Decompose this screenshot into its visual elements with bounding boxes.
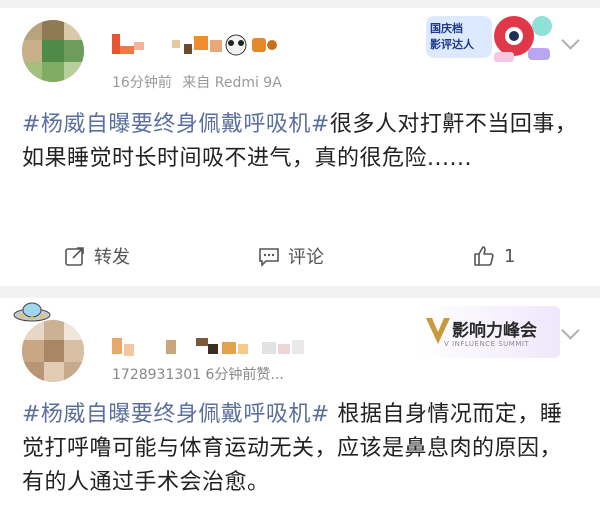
post-card-2[interactable]: 1728931301 6分钟前赞... 影响力峰会 V INFLUENCE SU… xyxy=(0,298,600,530)
comment-label: 评论 xyxy=(288,247,324,268)
post-meta-text: 1728931301 6分钟前赞... xyxy=(112,367,284,383)
post-time: 16分钟前 xyxy=(112,75,172,91)
thumbs-up-icon xyxy=(474,246,494,266)
hashtag-link[interactable]: #杨威自曝要终身佩戴呼吸机# xyxy=(22,112,330,137)
repost-icon xyxy=(65,247,84,266)
badge-label-line1: 国庆档 xyxy=(430,22,463,35)
post-separator xyxy=(0,286,600,298)
repost-label: 转发 xyxy=(94,247,130,268)
chevron-down-icon[interactable] xyxy=(561,321,580,340)
badge-label: 影响力峰会 xyxy=(452,321,537,341)
post-card-1[interactable]: 16分钟前 来自 Redmi 9A 国庆档 影评达人 #杨威自曝要终身佩戴呼吸机… xyxy=(0,8,600,286)
post-meta: 16分钟前 来自 Redmi 9A xyxy=(112,72,288,92)
username-blurred[interactable] xyxy=(112,334,312,360)
username-blurred[interactable] xyxy=(112,32,282,58)
influence-summit-badge[interactable]: 影响力峰会 V INFLUENCE SUMMIT xyxy=(420,306,560,358)
avatar[interactable] xyxy=(22,320,84,382)
post-source: 来自 Redmi 9A xyxy=(182,75,282,91)
badge-sublabel: V INFLUENCE SUMMIT xyxy=(444,340,530,348)
post-content: #杨威自曝要终身佩戴呼吸机# 根据自身情况而定，睡觉打呼噜可能与体育运动无关，应… xyxy=(22,398,582,500)
comment-icon xyxy=(259,248,279,267)
comment-button[interactable]: 评论 xyxy=(258,236,324,276)
like-button[interactable]: 1 xyxy=(472,236,515,276)
badge-label-line2: 影评达人 xyxy=(430,38,474,51)
chevron-down-icon[interactable] xyxy=(561,31,580,50)
hashtag-link[interactable]: #杨威自曝要终身佩戴呼吸机# xyxy=(22,402,330,427)
avatar[interactable] xyxy=(22,20,84,82)
like-count: 1 xyxy=(504,245,516,267)
film-review-badge[interactable]: 国庆档 影评达人 xyxy=(424,10,554,68)
post-content: #杨威自曝要终身佩戴呼吸机#很多人对打鼾不当回事，如果睡觉时长时间吸不进气，真的… xyxy=(22,108,582,176)
action-bar: 转发 评论 1 xyxy=(0,236,600,276)
repost-button[interactable]: 转发 xyxy=(64,236,130,276)
top-separator xyxy=(0,0,600,8)
post-meta: 1728931301 6分钟前赞... xyxy=(112,364,290,384)
